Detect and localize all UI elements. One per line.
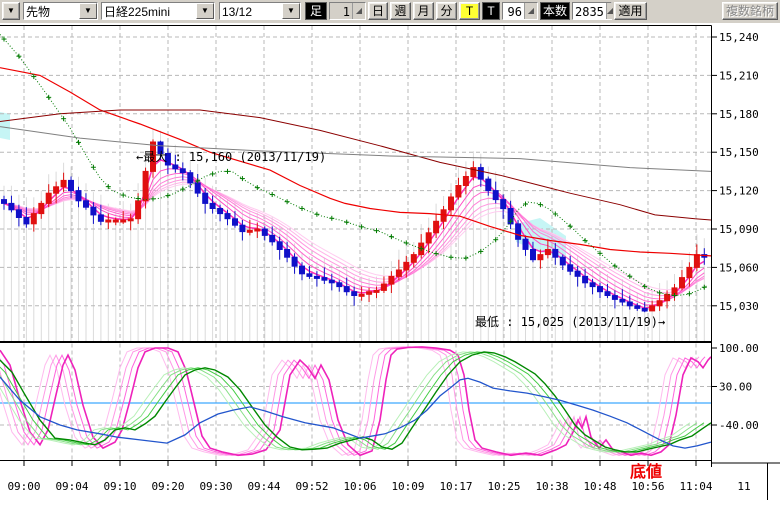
tick-size-stepper[interactable]: 96 ◢ [502,2,538,20]
time-tick-label: 10:09 [391,480,424,493]
time-tick-label: 09:44 [247,480,280,493]
time-tick-label: 10:06 [343,480,376,493]
price-chart-canvas: 15,240 15,210 15,180 15,150 15,120 15,090 15,0… [0,23,780,500]
time-tick-label: 10:56 [631,480,664,493]
contract-month-value: 13/12 [220,3,282,19]
tick-size-value: 96 [503,3,524,19]
contract-month-combobox[interactable]: 13/12 ▼ [219,2,301,20]
period-tick-button[interactable]: T [459,2,480,20]
time-tick-label: 09:52 [295,480,328,493]
price-tick-label: 15,180 [719,108,759,121]
symbol-combobox[interactable]: 日経225mini ▼ [101,2,215,20]
toolbar: ▼ 先物 ▼ 日経225mini ▼ 13/12 ▼ 足 1 ◢ 日 週 月 分… [0,0,780,23]
interval-stepper[interactable]: 1 ◢ [329,2,366,20]
price-tick-label: 15,120 [719,185,759,198]
bottom-price-annotation: 底値 [630,462,662,481]
min-price-annotation: 最低 : 15,025 (2013/11/19)→ [475,315,665,329]
chevron-down-icon[interactable]: ▼ [282,3,300,19]
spinner-icon[interactable]: ◢ [524,3,537,19]
bar-type-label: 足 [305,2,327,20]
time-tick-label: 10:48 [583,480,616,493]
window-dropdown-button[interactable]: ▼ [2,2,20,20]
time-tick-label: 09:20 [151,480,184,493]
time-tick-label: 10:17 [439,480,472,493]
bar-count-value: 2835 [573,3,606,19]
time-tick-label: 10:38 [535,480,568,493]
multi-symbol-button[interactable]: 複数銘柄 [722,2,778,20]
chart-area: 15,240 15,210 15,180 15,150 15,120 15,090 15,0… [0,23,780,505]
interval-value: 1 [330,3,352,19]
spinner-icon[interactable]: ◢ [606,3,613,19]
tick-size-label: T [482,2,500,20]
price-tick-label: 15,150 [719,146,759,159]
oscillator-tick-label: 100.00 [719,342,759,355]
time-tick-label: 09:04 [55,480,88,493]
max-price-annotation: ←最大 : 15,160 (2013/11/19) [136,150,326,164]
category-value: 先物 [24,3,79,19]
period-minute-button[interactable]: 分 [436,2,457,20]
time-tick-label: 10:25 [487,480,520,493]
bar-count-label: 本数 [540,2,570,20]
price-tick-label: 15,030 [719,300,759,313]
time-tick-label: 11:04 [679,480,712,493]
time-tick-label: 11 [737,480,750,493]
period-week-button[interactable]: 週 [390,2,411,20]
time-tick-label: 09:00 [7,480,40,493]
apply-button[interactable]: 適用 [614,2,647,20]
chevron-down-icon[interactable]: ▼ [196,3,214,19]
price-tick-label: 15,060 [719,261,759,274]
period-month-button[interactable]: 月 [413,2,434,20]
period-day-button[interactable]: 日 [368,2,388,20]
bar-count-stepper[interactable]: 2835 ◢ [572,2,612,20]
time-tick-label: 09:30 [199,480,232,493]
category-combobox[interactable]: 先物 ▼ [23,2,98,20]
price-tick-label: 15,240 [719,31,759,44]
price-tick-label: 15,090 [719,223,759,236]
spinner-icon[interactable]: ◢ [352,3,365,19]
price-tick-label: 15,210 [719,69,759,82]
oscillator-tick-label: -40.00 [719,419,759,432]
symbol-value: 日経225mini [102,3,196,19]
chevron-down-icon[interactable]: ▼ [79,3,97,19]
time-tick-label: 09:10 [103,480,136,493]
oscillator-tick-label: 30.00 [719,381,752,394]
